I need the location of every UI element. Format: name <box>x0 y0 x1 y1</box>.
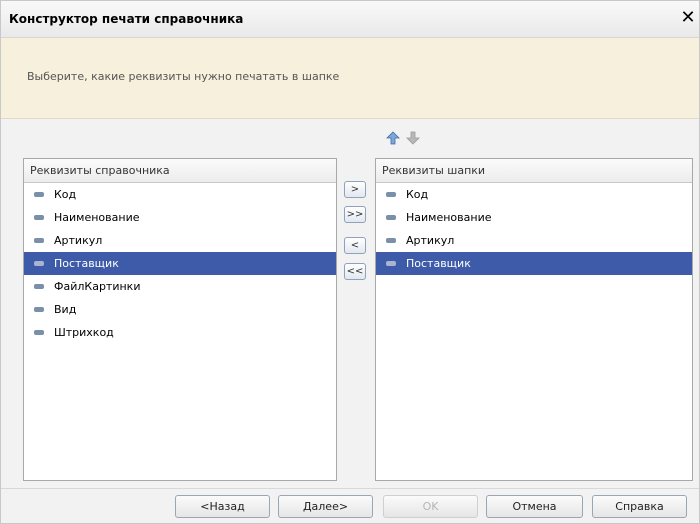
header-attributes-list[interactable]: Реквизиты шапки Код Наименование Артикул… <box>375 158 693 481</box>
list-item[interactable]: Артикул <box>376 229 692 252</box>
arrow-up-icon[interactable] <box>386 131 400 145</box>
back-button[interactable]: <Назад <box>175 495 270 518</box>
title-bar: Конструктор печати справочника ✕ <box>1 1 699 38</box>
attribute-icon <box>34 192 44 197</box>
attribute-icon <box>34 261 44 266</box>
add-all-button[interactable]: >> <box>344 206 366 223</box>
ok-button[interactable]: OK <box>383 495 478 518</box>
list-item[interactable]: Код <box>376 183 692 206</box>
next-button[interactable]: Далее> <box>278 495 373 518</box>
list-item[interactable]: Наименование <box>24 206 336 229</box>
cancel-button[interactable]: Отмена <box>486 495 583 518</box>
order-arrows <box>386 131 426 147</box>
list-item-selected[interactable]: Поставщик <box>24 252 336 275</box>
remove-button[interactable]: < <box>344 237 366 254</box>
dialog-window: Конструктор печати справочника ✕ Выберит… <box>0 0 700 524</box>
attribute-icon <box>34 330 44 335</box>
footer-divider <box>1 488 699 489</box>
attribute-icon <box>34 238 44 243</box>
attribute-icon <box>386 192 396 197</box>
attribute-icon <box>386 238 396 243</box>
attribute-icon <box>386 215 396 220</box>
list-item[interactable]: Штрихкод <box>24 321 336 344</box>
source-attributes-list[interactable]: Реквизиты справочника Код Наименование А… <box>23 158 337 481</box>
help-button[interactable]: Справка <box>592 495 687 518</box>
attribute-icon <box>34 284 44 289</box>
attribute-icon <box>34 215 44 220</box>
window-title: Конструктор печати справочника <box>9 12 244 26</box>
list-item[interactable]: Артикул <box>24 229 336 252</box>
header-list-header: Реквизиты шапки <box>376 159 692 183</box>
list-item[interactable]: Код <box>24 183 336 206</box>
source-list-header: Реквизиты справочника <box>24 159 336 183</box>
arrow-down-icon[interactable] <box>406 131 420 145</box>
close-icon[interactable]: ✕ <box>679 8 697 28</box>
attribute-icon <box>386 261 396 266</box>
attribute-icon <box>34 307 44 312</box>
list-item[interactable]: ФайлКартинки <box>24 275 336 298</box>
list-item[interactable]: Вид <box>24 298 336 321</box>
remove-all-button[interactable]: << <box>344 263 366 280</box>
instruction-text: Выберите, какие реквизиты нужно печатать… <box>27 70 340 83</box>
list-item-selected[interactable]: Поставщик <box>376 252 692 275</box>
list-item[interactable]: Наименование <box>376 206 692 229</box>
instruction-banner: Выберите, какие реквизиты нужно печатать… <box>1 38 699 119</box>
add-button[interactable]: > <box>344 181 366 198</box>
